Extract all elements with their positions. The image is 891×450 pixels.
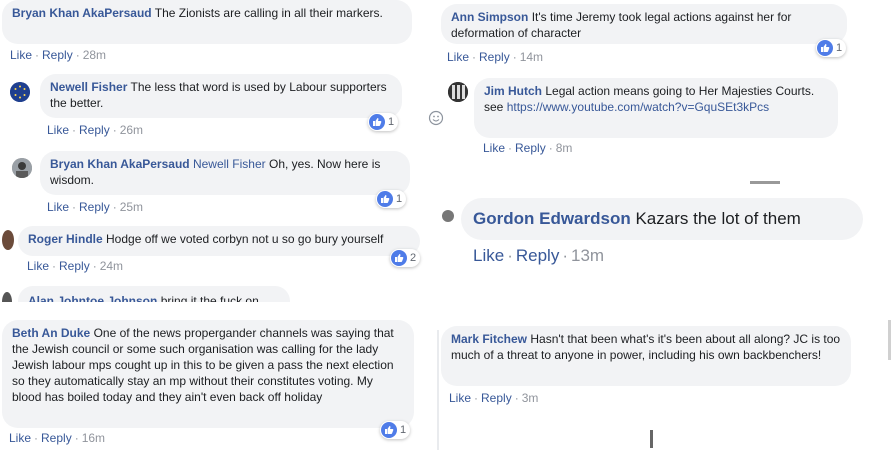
thumbs-up-icon [377, 191, 393, 207]
comment-bubble: Roger Hindle Hodge off we voted corbyn n… [18, 226, 420, 256]
comment-bubble: Newell Fisher The less that word is used… [40, 74, 402, 118]
like-link[interactable]: Like [447, 50, 469, 64]
comment-author[interactable]: Ann Simpson [451, 10, 528, 24]
comment-bubble: Ann Simpson It's time Jeremy took legal … [441, 4, 847, 44]
reaction-number: 1 [396, 193, 403, 205]
decor-mark [650, 430, 653, 448]
like-link[interactable]: Like [483, 141, 505, 155]
comment-time[interactable]: 13m [571, 246, 604, 265]
comment-time[interactable]: 25m [120, 200, 143, 214]
like-link[interactable]: Like [47, 123, 69, 137]
comment-actions: Like · Reply · 14m [447, 50, 544, 64]
comment-author[interactable]: Newell Fisher [50, 80, 127, 94]
like-link[interactable]: Like [10, 48, 32, 62]
profile-photo-icon [12, 158, 32, 178]
reaction-count[interactable]: 1 [380, 421, 411, 439]
reply-link[interactable]: Reply [42, 48, 73, 62]
comment-text: Hodge off we voted corbyn not u so go bu… [106, 232, 384, 246]
reply-link[interactable]: Reply [41, 431, 72, 445]
reaction-count[interactable]: 1 [368, 113, 399, 131]
comment-text: bring it the fuck on [160, 294, 259, 302]
like-link[interactable]: Like [27, 259, 49, 273]
comment-bubble: Alan Johntoe Johnson bring it the fuck o… [18, 286, 290, 302]
reply-link[interactable]: Reply [479, 50, 510, 64]
reply-link[interactable]: Reply [515, 141, 546, 155]
mention-link[interactable]: Newell Fisher [193, 157, 266, 171]
comment-author[interactable]: Roger Hindle [28, 232, 103, 246]
reply-link[interactable]: Reply [516, 246, 559, 265]
decor-mark [750, 181, 780, 184]
comment-time[interactable]: 3m [522, 391, 539, 405]
comment-actions: Like · Reply · 8m [483, 141, 573, 155]
comment-time[interactable]: 24m [100, 259, 123, 273]
reaction-number: 1 [400, 424, 407, 436]
comment-text: The Zionists are calling in all their ma… [154, 6, 383, 20]
avatar[interactable] [448, 82, 468, 102]
comment-actions: Like · Reply · 13m [473, 246, 605, 265]
clipped-comment: Alan Johntoe Johnson bring it the fuck o… [0, 286, 300, 302]
reply-link[interactable]: Reply [481, 391, 512, 405]
reaction-number: 1 [836, 42, 843, 54]
thumbs-up-icon [817, 40, 833, 56]
reply-link[interactable]: Reply [59, 259, 90, 273]
comment-time[interactable]: 8m [556, 141, 573, 155]
avatar[interactable] [10, 82, 30, 102]
comment-bubble: Bryan Khan AkaPersaud The Zionists are c… [2, 0, 412, 44]
comment-bubble: Beth An Duke One of the news propergande… [2, 320, 414, 428]
comment-actions: Like · Reply · 3m [449, 391, 539, 405]
comment-time[interactable]: 14m [520, 50, 543, 64]
comment-actions: Like · Reply · 28m [10, 48, 107, 62]
comment-author[interactable]: Alan Johntoe Johnson [28, 294, 157, 302]
reaction-count[interactable]: 1 [816, 39, 847, 57]
comment-author[interactable]: Bryan Khan AkaPersaud [12, 6, 152, 20]
comment-author[interactable]: Mark Fitchew [451, 332, 527, 346]
thumbs-up-icon [369, 114, 385, 130]
comment-bubble: Bryan Khan AkaPersaud Newell Fisher Oh, … [40, 151, 410, 195]
comment-actions: Like · Reply · 25m [47, 200, 144, 214]
thumbs-up-icon [391, 250, 407, 266]
comment-author[interactable]: Jim Hutch [484, 84, 542, 98]
profile-photo-icon [448, 82, 468, 102]
avatar[interactable] [2, 230, 14, 250]
avatar[interactable] [12, 158, 32, 178]
comment-author[interactable]: Gordon Edwardson [473, 209, 631, 228]
comment-bubble: Jim Hutch Legal action means going to He… [474, 78, 838, 138]
like-link[interactable]: Like [9, 431, 31, 445]
comment-author[interactable]: Beth An Duke [12, 326, 90, 340]
comment-author[interactable]: Bryan Khan AkaPersaud [50, 157, 190, 171]
comment-time[interactable]: 28m [83, 48, 106, 62]
reaction-count[interactable]: 1 [376, 190, 407, 208]
comment-text: Kazars the lot of them [635, 209, 801, 228]
comment-time[interactable]: 26m [120, 123, 143, 137]
reaction-count[interactable]: 2 [390, 249, 421, 267]
comment-bubble: Gordon Edwardson Kazars the lot of them [461, 198, 863, 240]
youtube-link[interactable]: https://www.youtube.com/watch?v=GquSEt3k… [507, 100, 769, 114]
like-link[interactable]: Like [473, 246, 504, 265]
comment-actions: Like · Reply · 16m [9, 431, 106, 445]
emoji-button[interactable] [428, 110, 444, 126]
panel-separator [0, 304, 891, 311]
comment-bubble: Mark Fitchew Hasn't that been what's it'… [441, 326, 851, 386]
reply-link[interactable]: Reply [79, 200, 110, 214]
like-link[interactable]: Like [47, 200, 69, 214]
reaction-number: 1 [388, 116, 395, 128]
reaction-number: 2 [410, 252, 417, 264]
avatar[interactable] [2, 292, 12, 302]
eu-flag-icon [10, 82, 30, 102]
reply-link[interactable]: Reply [79, 123, 110, 137]
comment-actions: Like · Reply · 24m [27, 259, 124, 273]
like-link[interactable]: Like [449, 391, 471, 405]
avatar[interactable] [442, 210, 454, 222]
comment-actions: Like · Reply · 26m [47, 123, 144, 137]
smiley-icon [428, 110, 444, 126]
thumbs-up-icon [381, 422, 397, 438]
panel-edge [437, 330, 439, 450]
comment-time[interactable]: 16m [82, 431, 105, 445]
